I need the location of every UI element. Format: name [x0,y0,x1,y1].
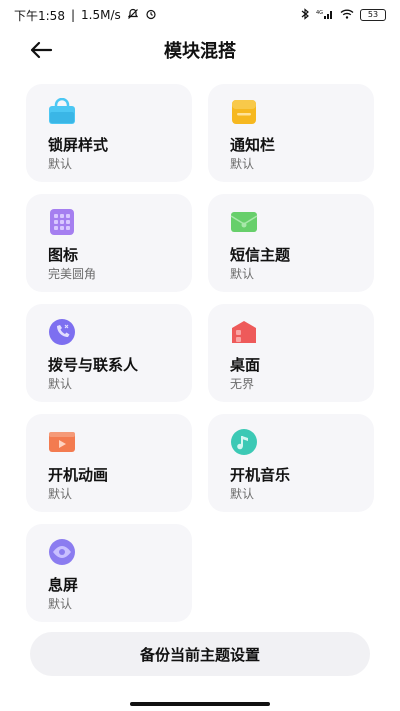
alarm-icon [145,8,157,23]
boot-animation-icon [48,428,76,456]
back-arrow-icon [30,41,53,59]
desktop-icon [230,318,258,346]
signal-icon: 4G [316,8,334,23]
module-value: 无界 [230,377,255,391]
module-value: 默认 [48,487,73,501]
module-grid: 锁屏样式 默认 通知栏 默认 图标 完美圆角 短信主题 默认 拨号与联系人 默认 [26,84,374,622]
page-title: 模块混搭 [164,41,236,62]
module-value: 默认 [230,267,255,281]
status-divider: | [70,8,75,22]
module-name: 开机动画 [48,466,109,484]
module-card-boot-animation[interactable]: 开机动画 默认 [26,414,192,512]
battery-icon: 53 [360,9,386,21]
back-button[interactable] [28,38,54,62]
module-card-icons[interactable]: 图标 完美圆角 [26,194,192,292]
module-card-dialer-contacts[interactable]: 拨号与联系人 默认 [26,304,192,402]
screen-off-icon [48,538,76,566]
svg-text:4G: 4G [316,10,323,16]
dialer-contacts-icon [48,318,76,346]
app-icons-icon [48,208,76,236]
module-card-lock-screen[interactable]: 锁屏样式 默认 [26,84,192,182]
module-name: 拨号与联系人 [48,356,139,374]
status-speed: 1.5M/s [81,8,121,22]
module-value: 默认 [230,487,255,501]
mute-icon [127,8,139,23]
module-value: 完美圆角 [48,267,97,281]
notification-bar-icon [230,98,258,126]
module-card-desktop[interactable]: 桌面 无界 [208,304,374,402]
header: 模块混搭 [0,30,400,70]
module-value: 默认 [230,157,255,171]
bluetooth-icon [300,7,310,23]
module-name: 锁屏样式 [48,136,109,154]
sms-theme-icon [230,208,258,236]
wifi-icon [340,8,354,23]
boot-music-icon [230,428,258,456]
module-name: 图标 [48,246,79,264]
module-card-notification-bar[interactable]: 通知栏 默认 [208,84,374,182]
module-name: 桌面 [230,356,261,374]
module-name: 息屏 [48,576,79,594]
status-right: 4G 53 [300,7,386,23]
module-card-sms-theme[interactable]: 短信主题 默认 [208,194,374,292]
lock-screen-icon [48,97,76,126]
module-card-screen-off[interactable]: 息屏 默认 [26,524,192,622]
module-name: 通知栏 [230,136,276,154]
status-left: 下午1:58 | 1.5M/s [14,7,157,24]
module-name: 短信主题 [230,246,291,264]
module-value: 默认 [48,377,73,391]
backup-theme-button[interactable]: 备份当前主题设置 [30,632,370,676]
module-value: 默认 [48,157,73,171]
module-name: 开机音乐 [230,466,291,484]
home-indicator[interactable] [130,702,270,706]
status-time: 下午1:58 [14,8,65,23]
module-value: 默认 [48,597,73,611]
status-bar: 下午1:58 | 1.5M/s 4G 53 [0,0,400,30]
module-card-boot-music[interactable]: 开机音乐 默认 [208,414,374,512]
